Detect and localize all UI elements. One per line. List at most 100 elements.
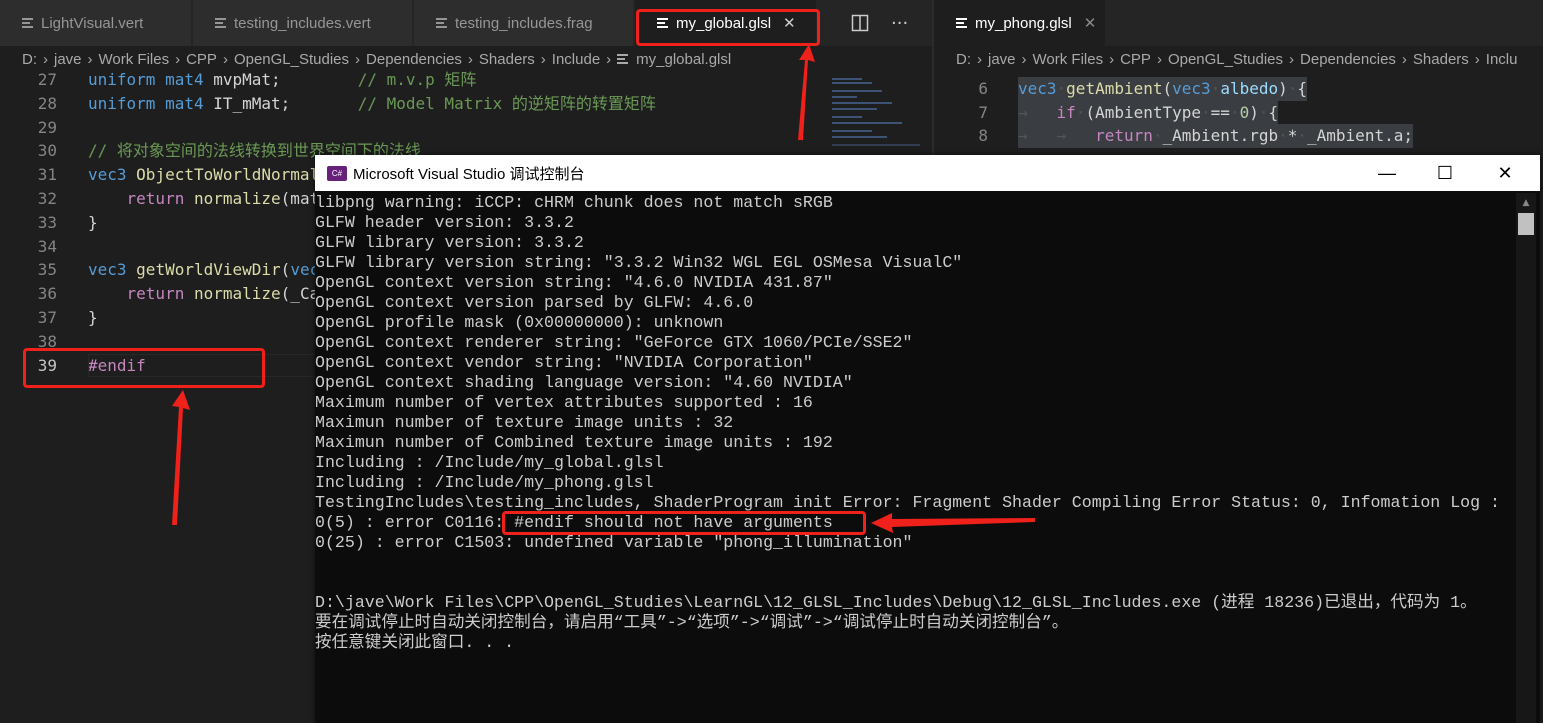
code-text: return normalize(_Ca bbox=[88, 282, 320, 306]
code-token: mat4 bbox=[165, 70, 214, 89]
console-line: TestingIncludes\testing_includes, Shader… bbox=[315, 493, 1500, 512]
scroll-up-icon[interactable]: ▲ bbox=[1516, 193, 1536, 213]
breadcrumb-item[interactable]: Include bbox=[552, 51, 600, 68]
breadcrumb-item[interactable]: Dependencies bbox=[1300, 51, 1396, 68]
close-tab-icon[interactable]: ✕ bbox=[1084, 14, 1097, 32]
tab-lightvisual-vert[interactable]: LightVisual.vert bbox=[0, 0, 192, 46]
chevron-right-icon: › bbox=[606, 50, 612, 68]
code-text: uniform mat4 mvpMat; // m.v.p 矩阵 bbox=[88, 68, 476, 92]
line-number: 7 bbox=[978, 102, 988, 122]
console-output: libpng warning: iCCP: cHRM chunk does no… bbox=[315, 193, 1516, 723]
console-line: D:\jave\Work Files\CPP\OpenGL_Studies\Le… bbox=[315, 593, 1477, 612]
code-token: _Ambient.a; bbox=[1307, 126, 1413, 145]
tab-testing-includes-vert[interactable]: testing_includes.vert bbox=[193, 0, 413, 46]
code-token: _Ambient.rgb bbox=[1162, 126, 1279, 145]
line-number: 6 bbox=[978, 79, 988, 98]
console-title-bar[interactable]: C# Microsoft Visual Studio 调试控制台 — ☐ ✕ bbox=[315, 155, 1540, 191]
file-icon bbox=[956, 18, 967, 28]
console-line: Including : /Include/my_global.glsl bbox=[315, 453, 664, 472]
chevron-right-icon: › bbox=[43, 50, 48, 68]
more-actions-icon[interactable]: ··· bbox=[891, 0, 908, 46]
code-token: · bbox=[1258, 102, 1269, 122]
line-number: 30 bbox=[37, 141, 57, 161]
split-editor-icon[interactable] bbox=[851, 0, 869, 46]
code-text: } bbox=[88, 211, 98, 235]
code-token: · bbox=[1297, 126, 1308, 145]
file-icon bbox=[215, 18, 226, 28]
console-line: Maximun number of Combined texture image… bbox=[315, 433, 833, 452]
line-number: 31 bbox=[37, 165, 57, 185]
breadcrumb-item[interactable]: Dependencies bbox=[366, 51, 462, 68]
chevron-right-icon: › bbox=[467, 50, 473, 68]
line-number: 32 bbox=[37, 189, 57, 208]
tab-my-phong-glsl[interactable]: my_phong.glsl ✕ bbox=[934, 0, 1106, 46]
breadcrumb-item[interactable]: CPP bbox=[186, 51, 217, 68]
code-text: uniform mat4 IT_mMat; // Model Matrix 的逆… bbox=[88, 92, 656, 116]
console-line: libpng warning: iCCP: cHRM chunk does no… bbox=[315, 193, 833, 212]
breadcrumb-item[interactable]: Work Files bbox=[1033, 51, 1104, 68]
breadcrumb-item[interactable]: D: bbox=[956, 51, 971, 68]
code-token: · bbox=[1056, 79, 1067, 98]
console-line: 按任意键关闭此窗口. . . bbox=[315, 633, 515, 652]
chevron-right-icon: › bbox=[977, 50, 982, 68]
code-line: 7 → if·(AmbientType·==·0)·{ bbox=[934, 100, 1543, 124]
console-line: OpenGL profile mask (0x00000000): unknow… bbox=[315, 313, 724, 332]
breadcrumb-item[interactable]: Inclu bbox=[1486, 51, 1518, 68]
breadcrumb-item[interactable]: jave bbox=[988, 51, 1016, 68]
code-text: → → return·_Ambient.rgb·*·_Ambient.a; bbox=[1018, 124, 1413, 148]
chevron-right-icon: › bbox=[222, 50, 228, 68]
line-number: 34 bbox=[37, 236, 57, 256]
breadcrumb: D: › jave › Work Files › CPP › OpenGL_Studies › De… bbox=[934, 46, 1543, 72]
line-number: 8 bbox=[978, 126, 988, 145]
breadcrumb-item[interactable]: OpenGL_Studies bbox=[234, 51, 349, 68]
tab-testing-includes-frag[interactable]: testing_includes.frag bbox=[414, 0, 634, 46]
breadcrumb-item[interactable]: D: bbox=[22, 51, 37, 68]
code-editor[interactable]: 6 vec3·getAmbient(vec3·albedo)·{7 → if·(Am… bbox=[934, 77, 1543, 157]
code-token: (mat bbox=[280, 189, 320, 208]
breadcrumb-item[interactable]: CPP bbox=[1120, 51, 1151, 68]
console-line: 要在调试停止时自动关闭控制台，请启用“工具”->“选项”->“调试”->“调试停… bbox=[315, 613, 1069, 632]
code-token: · bbox=[1201, 102, 1211, 122]
line-number: 36 bbox=[37, 284, 57, 304]
code-token: (_Ca bbox=[280, 284, 320, 304]
annotation-box-error bbox=[502, 511, 866, 535]
console-line: 0(25) : error C1503: undefined variable … bbox=[315, 533, 913, 552]
code-text: } bbox=[88, 306, 98, 330]
maximize-button[interactable]: ☐ bbox=[1416, 155, 1474, 191]
code-token: · bbox=[1287, 79, 1298, 98]
scrollbar-thumb[interactable] bbox=[1518, 213, 1534, 235]
code-token: ( bbox=[1162, 79, 1173, 98]
code-token: return bbox=[126, 284, 194, 304]
breadcrumb-item[interactable]: Shaders bbox=[1413, 51, 1469, 68]
file-icon bbox=[617, 54, 629, 64]
code-token: ) bbox=[1249, 102, 1259, 122]
code-token: // m.v.p 矩阵 bbox=[357, 70, 477, 89]
chevron-right-icon: › bbox=[175, 50, 181, 68]
code-line: 27 uniform mat4 mvpMat; // m.v.p 矩阵 bbox=[0, 68, 932, 92]
line-number: 37 bbox=[37, 308, 57, 327]
code-line: 28 uniform mat4 IT_mMat; // Model Matrix … bbox=[0, 92, 932, 116]
code-token: → bbox=[1018, 102, 1057, 122]
code-token: vec3 bbox=[1018, 79, 1057, 98]
breadcrumb-item[interactable]: my_global.glsl bbox=[636, 51, 731, 68]
breadcrumb-item[interactable]: Shaders bbox=[479, 51, 535, 68]
code-token: · bbox=[1278, 126, 1288, 145]
breadcrumb-item[interactable]: jave bbox=[54, 51, 82, 68]
chevron-right-icon: › bbox=[1109, 50, 1115, 68]
code-text: return normalize(mat bbox=[88, 187, 320, 211]
minimap[interactable] bbox=[828, 72, 924, 156]
breadcrumb-item[interactable]: OpenGL_Studies bbox=[1168, 51, 1283, 68]
close-button[interactable]: ✕ bbox=[1476, 155, 1534, 191]
breadcrumb-item[interactable]: Work Files bbox=[99, 51, 170, 68]
code-token: ( bbox=[280, 260, 291, 280]
minimize-button[interactable]: — bbox=[1358, 155, 1416, 191]
debug-console-window[interactable]: C# Microsoft Visual Studio 调试控制台 — ☐ ✕ l… bbox=[315, 155, 1540, 723]
console-scrollbar[interactable]: ▲ bbox=[1516, 193, 1536, 723]
chevron-right-icon: › bbox=[1156, 50, 1162, 68]
chevron-right-icon: › bbox=[1401, 50, 1407, 68]
chevron-right-icon: › bbox=[355, 50, 361, 68]
console-line: Including : /Include/my_phong.glsl bbox=[315, 473, 654, 492]
visual-studio-icon: C# bbox=[327, 165, 347, 181]
